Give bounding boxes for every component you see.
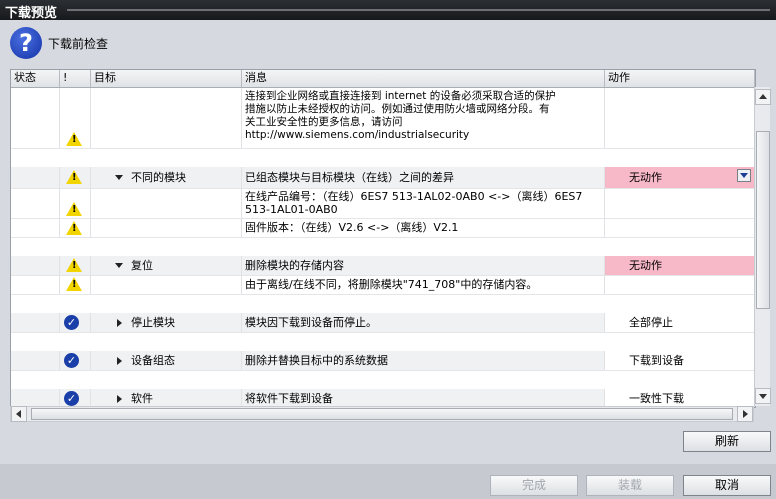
check-icon: ✓ <box>64 391 79 406</box>
table-row-software[interactable]: ✓ 软件 将软件下载到设备 一致性下载 <box>11 389 755 407</box>
row-target: 复位 <box>131 259 153 272</box>
table-row-security[interactable]: 连接到企业网络或直接连接到 internet 的设备必须采取合适的保护 措施以防… <box>11 88 755 149</box>
action-dropdown[interactable]: 无动作 <box>605 256 755 275</box>
expand-right-icon[interactable] <box>117 357 122 365</box>
row-action: 无动作 <box>629 259 662 272</box>
table-row-spacer <box>11 294 755 314</box>
table-row-spacer <box>11 148 755 168</box>
row-message: 固件版本：（在线）V2.6 <->（离线）V2.1 <box>245 221 459 234</box>
warning-icon <box>66 132 82 146</box>
row-action: 全部停止 <box>629 316 673 329</box>
row-message: 删除并替换目标中的系统数据 <box>245 354 388 367</box>
title-bar: 下载预览 <box>0 0 776 21</box>
arrow-left-icon <box>16 410 21 418</box>
check-table: 状态 ! 目标 消息 动作 连接到企业网络或直接连接到 internet 的设备… <box>10 69 756 408</box>
dialog-footer: 完成 装载 取消 <box>0 464 776 499</box>
scroll-down-button[interactable] <box>755 388 771 404</box>
horizontal-scrollbar[interactable] <box>10 406 754 422</box>
warning-icon <box>66 221 82 235</box>
scroll-left-button[interactable] <box>11 406 27 422</box>
arrow-right-icon <box>743 410 748 418</box>
table-row-spacer <box>11 332 755 352</box>
col-message[interactable]: 消息 <box>242 70 605 87</box>
expand-down-icon[interactable] <box>115 175 123 180</box>
check-icon: ✓ <box>64 315 79 330</box>
table-row-diff-module[interactable]: 不同的模块 已组态模块与目标模块（在线）之间的差异 无动作 <box>11 167 755 189</box>
warning-icon <box>66 202 82 216</box>
vertical-scrollbar[interactable] <box>754 87 771 406</box>
expand-right-icon[interactable] <box>117 395 122 403</box>
col-bang[interactable]: ! <box>60 70 91 87</box>
header-title: 下载前检查 <box>48 37 109 51</box>
action-dropdown[interactable]: 下载到设备 <box>605 351 755 370</box>
table-row-product[interactable]: 在线产品编号：（在线）6ES7 513-1AL02-0AB0 <->（离线）6E… <box>11 188 755 219</box>
window-title: 下载预览 <box>5 6 58 21</box>
table-row-stop[interactable]: ✓ 停止模块 模块因下载到设备而停止。 全部停止 <box>11 313 755 333</box>
action-dropdown[interactable]: 一致性下载 <box>605 389 755 407</box>
table-row-reset-info[interactable]: 由于离线/在线不同，将删除模块"741_708"中的存储内容。 <box>11 275 755 295</box>
expand-right-icon[interactable] <box>117 319 122 327</box>
row-target: 不同的模块 <box>131 171 186 184</box>
col-status[interactable]: 状态 <box>11 70 60 87</box>
row-target: 软件 <box>131 392 153 405</box>
title-divider <box>67 9 770 11</box>
question-icon: ? <box>10 27 42 59</box>
row-message: 由于离线/在线不同，将删除模块"741_708"中的存储内容。 <box>245 278 538 291</box>
arrow-up-icon <box>759 94 767 99</box>
warning-icon <box>66 170 82 184</box>
expand-down-icon[interactable] <box>115 263 123 268</box>
row-message: 将软件下载到设备 <box>245 392 333 405</box>
row-message: 连接到企业网络或直接连接到 internet 的设备必须采取合适的保护 措施以防… <box>245 90 556 141</box>
horizontal-scroll-thumb[interactable] <box>31 408 733 420</box>
table-row-firmware[interactable]: 固件版本：（在线）V2.6 <->（离线）V2.1 <box>11 218 755 238</box>
dialog-header: ? 下载前检查 <box>0 20 776 68</box>
refresh-button[interactable]: 刷新 <box>683 431 771 452</box>
table-row-reset[interactable]: 复位 删除模块的存储内容 无动作 <box>11 256 755 276</box>
row-message: 模块因下载到设备而停止。 <box>245 316 377 329</box>
finish-button[interactable]: 完成 <box>490 475 578 496</box>
warning-icon <box>66 258 82 272</box>
table-row-spacer <box>11 237 755 257</box>
table-header: 状态 ! 目标 消息 动作 <box>11 70 755 88</box>
row-message: 删除模块的存储内容 <box>245 259 344 272</box>
arrow-down-icon <box>759 394 767 399</box>
row-action: 无动作 <box>629 171 662 184</box>
col-target[interactable]: 目标 <box>91 70 242 87</box>
row-action: 一致性下载 <box>629 392 684 405</box>
scroll-up-button[interactable] <box>755 89 771 105</box>
table-row-device-config[interactable]: ✓ 设备组态 删除并替换目标中的系统数据 下载到设备 <box>11 351 755 371</box>
scroll-right-button[interactable] <box>737 406 753 422</box>
row-message: 已组态模块与目标模块（在线）之间的差异 <box>245 171 454 184</box>
cancel-button[interactable]: 取消 <box>683 475 771 496</box>
vertical-scroll-thumb[interactable] <box>756 131 770 309</box>
row-target: 停止模块 <box>131 316 175 329</box>
action-dropdown[interactable]: 无动作 <box>605 167 755 188</box>
load-button[interactable]: 装载 <box>586 475 674 496</box>
table-rows: 连接到企业网络或直接连接到 internet 的设备必须采取合适的保护 措施以防… <box>11 88 755 407</box>
check-icon: ✓ <box>64 353 79 368</box>
table-row-spacer <box>11 370 755 390</box>
dropdown-arrow-icon[interactable] <box>737 169 751 182</box>
row-message: 在线产品编号：（在线）6ES7 513-1AL02-0AB0 <->（离线）6E… <box>245 190 583 216</box>
col-action[interactable]: 动作 <box>605 70 755 87</box>
action-dropdown[interactable]: 全部停止 <box>605 313 755 332</box>
warning-icon <box>66 277 82 291</box>
row-target: 设备组态 <box>131 354 175 367</box>
row-action: 下载到设备 <box>629 354 684 367</box>
